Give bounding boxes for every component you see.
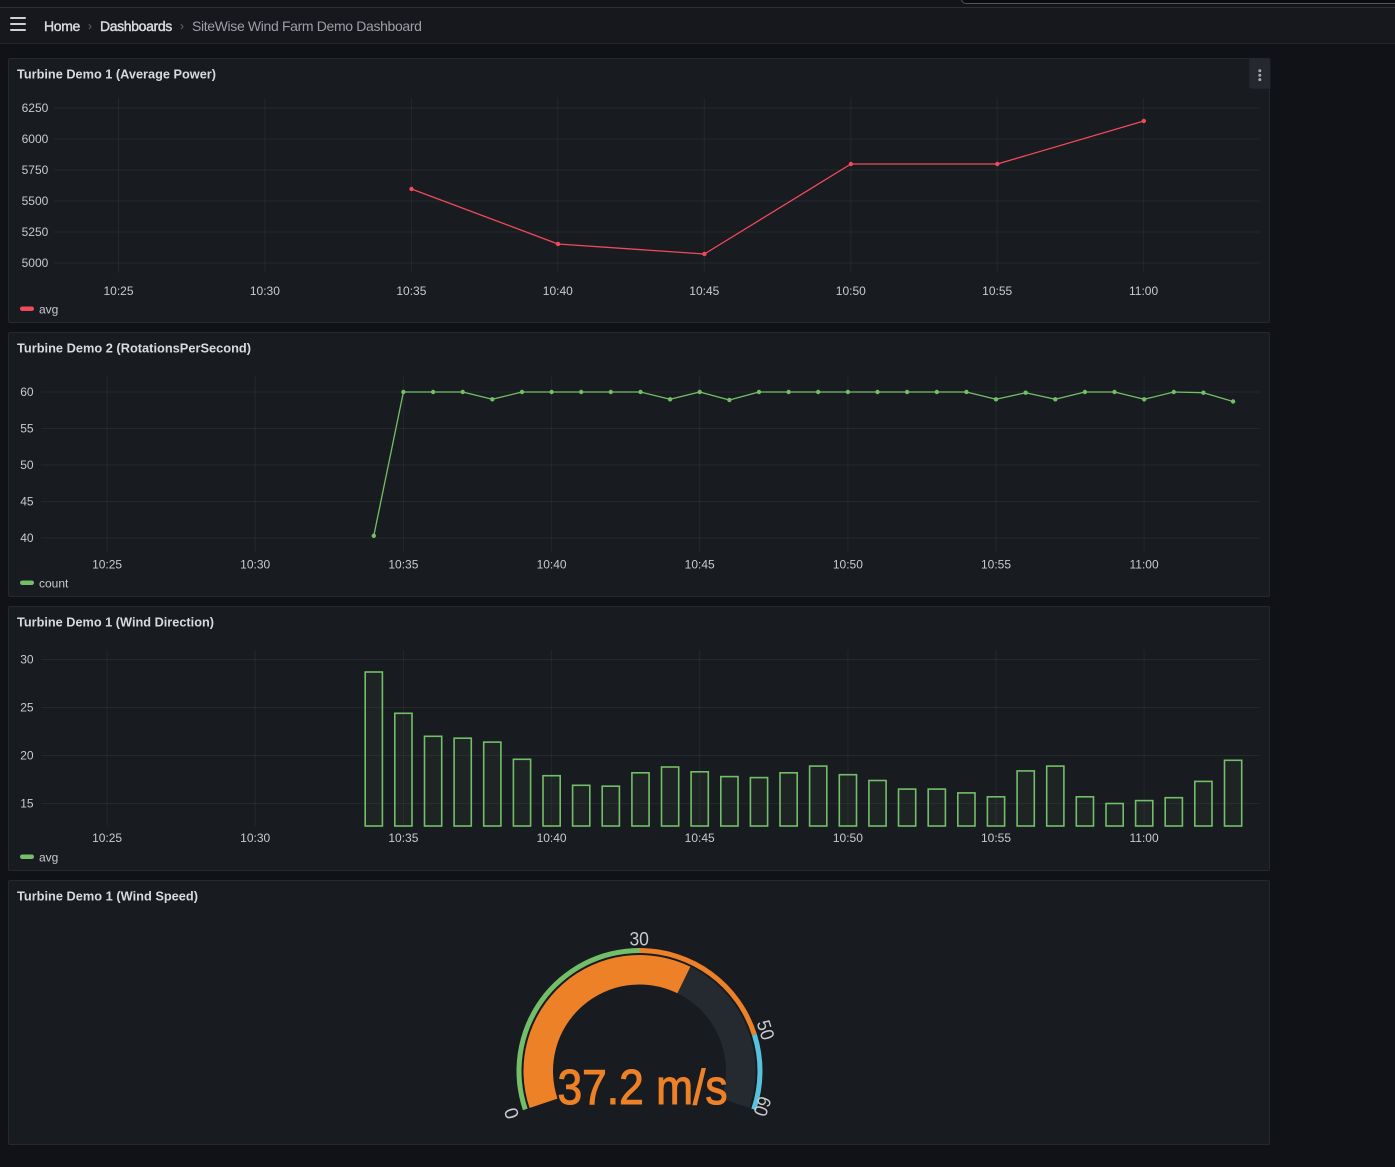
svg-text:10:35: 10:35 bbox=[388, 831, 418, 845]
svg-text:55: 55 bbox=[20, 422, 34, 436]
svg-text:count: count bbox=[39, 577, 69, 591]
svg-text:37.2 m/s: 37.2 m/s bbox=[558, 1061, 728, 1115]
svg-text:10:25: 10:25 bbox=[92, 831, 122, 845]
svg-text:avg: avg bbox=[39, 303, 58, 317]
svg-text:Turbine Demo 2 (RotationsPerSe: Turbine Demo 2 (RotationsPerSecond) bbox=[17, 341, 251, 356]
svg-text:Turbine Demo 1 (Average Power): Turbine Demo 1 (Average Power) bbox=[17, 67, 216, 82]
svg-text:40: 40 bbox=[20, 531, 34, 545]
svg-text:10:25: 10:25 bbox=[103, 284, 133, 298]
svg-text:10:45: 10:45 bbox=[685, 831, 715, 845]
svg-text:10:45: 10:45 bbox=[689, 284, 719, 298]
svg-text:5000: 5000 bbox=[22, 256, 49, 270]
svg-text:avg: avg bbox=[39, 851, 58, 865]
svg-text:15: 15 bbox=[20, 797, 34, 811]
svg-text:10:55: 10:55 bbox=[982, 284, 1012, 298]
svg-text:10:40: 10:40 bbox=[543, 284, 573, 298]
svg-text:10:30: 10:30 bbox=[240, 831, 270, 845]
svg-text:10:25: 10:25 bbox=[92, 558, 122, 572]
svg-text:5500: 5500 bbox=[22, 194, 49, 208]
svg-text:30: 30 bbox=[20, 653, 34, 667]
svg-text:10:35: 10:35 bbox=[388, 558, 418, 572]
svg-text:10:50: 10:50 bbox=[833, 558, 863, 572]
svg-text:25: 25 bbox=[20, 701, 34, 715]
svg-text:11:00: 11:00 bbox=[1130, 558, 1159, 572]
svg-text:10:35: 10:35 bbox=[396, 284, 426, 298]
svg-text:30: 30 bbox=[629, 930, 649, 951]
svg-text:10:50: 10:50 bbox=[836, 284, 866, 298]
svg-text:11:00: 11:00 bbox=[1129, 284, 1158, 298]
svg-text:5250: 5250 bbox=[22, 225, 49, 239]
svg-text:10:55: 10:55 bbox=[981, 558, 1011, 572]
svg-text:Turbine Demo 1 (Wind Direction: Turbine Demo 1 (Wind Direction) bbox=[17, 615, 214, 630]
svg-text:5750: 5750 bbox=[22, 163, 49, 177]
svg-text:6250: 6250 bbox=[22, 101, 49, 115]
svg-text:Turbine Demo 1 (Wind Speed): Turbine Demo 1 (Wind Speed) bbox=[17, 889, 198, 904]
svg-text:45: 45 bbox=[20, 495, 34, 509]
svg-text:10:55: 10:55 bbox=[981, 831, 1011, 845]
svg-text:10:40: 10:40 bbox=[537, 831, 567, 845]
svg-text:20: 20 bbox=[20, 749, 34, 763]
svg-text:10:30: 10:30 bbox=[240, 558, 270, 572]
svg-text:10:40: 10:40 bbox=[537, 558, 567, 572]
svg-text:60: 60 bbox=[20, 385, 34, 399]
svg-text:10:45: 10:45 bbox=[685, 558, 715, 572]
svg-text:0: 0 bbox=[501, 1105, 524, 1122]
svg-text:50: 50 bbox=[20, 458, 34, 472]
svg-text:11:00: 11:00 bbox=[1130, 831, 1159, 845]
svg-text:10:30: 10:30 bbox=[250, 284, 280, 298]
svg-text:10:50: 10:50 bbox=[833, 831, 863, 845]
svg-text:6000: 6000 bbox=[22, 132, 49, 146]
